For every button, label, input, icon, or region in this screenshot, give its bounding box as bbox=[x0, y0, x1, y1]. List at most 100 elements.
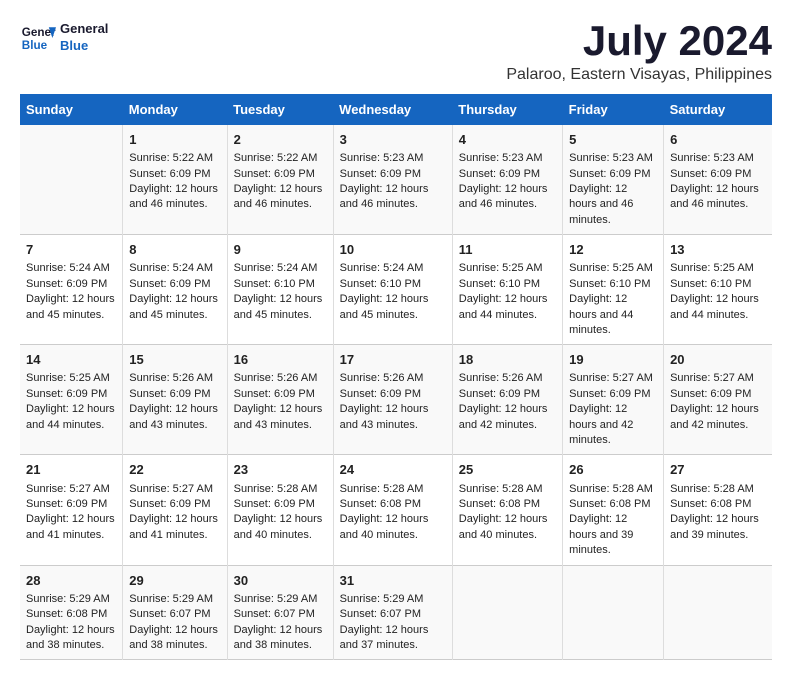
sunset-text: Sunset: 6:10 PM bbox=[234, 277, 327, 292]
daylight-text: Daylight: 12 hours and 45 minutes. bbox=[234, 292, 327, 323]
daylight-text: Daylight: 12 hours and 42 minutes. bbox=[670, 402, 766, 433]
daylight-text: Daylight: 12 hours and 38 minutes. bbox=[234, 623, 327, 654]
calendar-cell: 22Sunrise: 5:27 AMSunset: 6:09 PMDayligh… bbox=[123, 455, 227, 565]
daylight-text: Daylight: 12 hours and 41 minutes. bbox=[129, 512, 220, 543]
sunset-text: Sunset: 6:09 PM bbox=[670, 167, 766, 182]
calendar-week-row: 28Sunrise: 5:29 AMSunset: 6:08 PMDayligh… bbox=[20, 565, 772, 660]
sunset-text: Sunset: 6:09 PM bbox=[670, 387, 766, 402]
day-number: 25 bbox=[459, 461, 556, 479]
daylight-text: Daylight: 12 hours and 42 minutes. bbox=[569, 402, 657, 448]
sunset-text: Sunset: 6:09 PM bbox=[234, 167, 327, 182]
day-number: 21 bbox=[26, 461, 116, 479]
day-number: 5 bbox=[569, 131, 657, 149]
logo-text: General Blue bbox=[60, 21, 108, 55]
sunset-text: Sunset: 6:08 PM bbox=[670, 497, 766, 512]
daylight-text: Daylight: 12 hours and 38 minutes. bbox=[129, 623, 220, 654]
daylight-text: Daylight: 12 hours and 42 minutes. bbox=[459, 402, 556, 433]
sunset-text: Sunset: 6:07 PM bbox=[129, 607, 220, 622]
day-number: 14 bbox=[26, 351, 116, 369]
daylight-text: Daylight: 12 hours and 43 minutes. bbox=[234, 402, 327, 433]
calendar-cell bbox=[664, 565, 772, 660]
sunrise-text: Sunrise: 5:24 AM bbox=[234, 261, 327, 276]
calendar-cell: 23Sunrise: 5:28 AMSunset: 6:09 PMDayligh… bbox=[227, 455, 333, 565]
header-cell-saturday: Saturday bbox=[664, 94, 772, 125]
daylight-text: Daylight: 12 hours and 43 minutes. bbox=[129, 402, 220, 433]
daylight-text: Daylight: 12 hours and 41 minutes. bbox=[26, 512, 116, 543]
day-number: 19 bbox=[569, 351, 657, 369]
sunset-text: Sunset: 6:09 PM bbox=[459, 387, 556, 402]
sunset-text: Sunset: 6:09 PM bbox=[234, 497, 327, 512]
calendar-cell: 27Sunrise: 5:28 AMSunset: 6:08 PMDayligh… bbox=[664, 455, 772, 565]
sunset-text: Sunset: 6:09 PM bbox=[26, 387, 116, 402]
sunset-text: Sunset: 6:09 PM bbox=[129, 277, 220, 292]
sunset-text: Sunset: 6:10 PM bbox=[459, 277, 556, 292]
calendar-cell: 14Sunrise: 5:25 AMSunset: 6:09 PMDayligh… bbox=[20, 345, 123, 455]
calendar-cell: 29Sunrise: 5:29 AMSunset: 6:07 PMDayligh… bbox=[123, 565, 227, 660]
calendar-cell: 24Sunrise: 5:28 AMSunset: 6:08 PMDayligh… bbox=[333, 455, 452, 565]
svg-text:Blue: Blue bbox=[22, 39, 48, 52]
day-number: 13 bbox=[670, 241, 766, 259]
sunrise-text: Sunrise: 5:22 AM bbox=[234, 151, 327, 166]
day-number: 18 bbox=[459, 351, 556, 369]
calendar-cell: 7Sunrise: 5:24 AMSunset: 6:09 PMDaylight… bbox=[20, 235, 123, 345]
sunrise-text: Sunrise: 5:27 AM bbox=[670, 371, 766, 386]
day-number: 7 bbox=[26, 241, 116, 259]
daylight-text: Daylight: 12 hours and 46 minutes. bbox=[670, 182, 766, 213]
day-number: 2 bbox=[234, 131, 327, 149]
header-cell-sunday: Sunday bbox=[20, 94, 123, 125]
day-number: 26 bbox=[569, 461, 657, 479]
header-cell-wednesday: Wednesday bbox=[333, 94, 452, 125]
sunset-text: Sunset: 6:07 PM bbox=[234, 607, 327, 622]
calendar-cell: 21Sunrise: 5:27 AMSunset: 6:09 PMDayligh… bbox=[20, 455, 123, 565]
calendar-week-row: 21Sunrise: 5:27 AMSunset: 6:09 PMDayligh… bbox=[20, 455, 772, 565]
sunset-text: Sunset: 6:09 PM bbox=[129, 167, 220, 182]
title-section: July 2024 Palaroo, Eastern Visayas, Phil… bbox=[506, 20, 772, 84]
calendar-header-row: SundayMondayTuesdayWednesdayThursdayFrid… bbox=[20, 94, 772, 125]
sunrise-text: Sunrise: 5:26 AM bbox=[129, 371, 220, 386]
daylight-text: Daylight: 12 hours and 38 minutes. bbox=[26, 623, 116, 654]
page-title: July 2024 bbox=[506, 20, 772, 62]
daylight-text: Daylight: 12 hours and 46 minutes. bbox=[234, 182, 327, 213]
sunrise-text: Sunrise: 5:26 AM bbox=[234, 371, 327, 386]
daylight-text: Daylight: 12 hours and 39 minutes. bbox=[670, 512, 766, 543]
sunset-text: Sunset: 6:09 PM bbox=[26, 497, 116, 512]
sunset-text: Sunset: 6:10 PM bbox=[670, 277, 766, 292]
sunrise-text: Sunrise: 5:24 AM bbox=[129, 261, 220, 276]
sunrise-text: Sunrise: 5:27 AM bbox=[569, 371, 657, 386]
calendar-cell: 17Sunrise: 5:26 AMSunset: 6:09 PMDayligh… bbox=[333, 345, 452, 455]
calendar-cell: 11Sunrise: 5:25 AMSunset: 6:10 PMDayligh… bbox=[452, 235, 562, 345]
sunset-text: Sunset: 6:09 PM bbox=[569, 387, 657, 402]
daylight-text: Daylight: 12 hours and 44 minutes. bbox=[459, 292, 556, 323]
sunrise-text: Sunrise: 5:28 AM bbox=[670, 482, 766, 497]
daylight-text: Daylight: 12 hours and 46 minutes. bbox=[459, 182, 556, 213]
calendar-cell: 3Sunrise: 5:23 AMSunset: 6:09 PMDaylight… bbox=[333, 125, 452, 235]
calendar-cell: 19 Sunrise: 5:27 AMSunset: 6:09 PMDayligh… bbox=[563, 345, 664, 455]
daylight-text: Daylight: 12 hours and 37 minutes. bbox=[340, 623, 446, 654]
sunset-text: Sunset: 6:10 PM bbox=[340, 277, 446, 292]
calendar-cell: 25Sunrise: 5:28 AMSunset: 6:08 PMDayligh… bbox=[452, 455, 562, 565]
sunrise-text: Sunrise: 5:22 AM bbox=[129, 151, 220, 166]
daylight-text: Daylight: 12 hours and 46 minutes. bbox=[569, 182, 657, 228]
day-number: 23 bbox=[234, 461, 327, 479]
calendar-cell: 9 Sunrise: 5:24 AMSunset: 6:10 PMDaylight… bbox=[227, 235, 333, 345]
sunset-text: Sunset: 6:09 PM bbox=[129, 497, 220, 512]
day-number: 31 bbox=[340, 572, 446, 590]
sunrise-text: Sunrise: 5:28 AM bbox=[569, 482, 657, 497]
day-number: 3 bbox=[340, 131, 446, 149]
header-cell-friday: Friday bbox=[563, 94, 664, 125]
calendar-cell: 13Sunrise: 5:25 AMSunset: 6:10 PMDayligh… bbox=[664, 235, 772, 345]
day-number: 17 bbox=[340, 351, 446, 369]
calendar-cell bbox=[452, 565, 562, 660]
sunset-text: Sunset: 6:09 PM bbox=[26, 277, 116, 292]
sunrise-text: Sunrise: 5:24 AM bbox=[340, 261, 446, 276]
day-number: 28 bbox=[26, 572, 116, 590]
sunrise-text: Sunrise: 5:29 AM bbox=[26, 592, 116, 607]
sunrise-text: Sunrise: 5:28 AM bbox=[340, 482, 446, 497]
calendar-cell: 30Sunrise: 5:29 AMSunset: 6:07 PMDayligh… bbox=[227, 565, 333, 660]
calendar-cell: 15Sunrise: 5:26 AMSunset: 6:09 PMDayligh… bbox=[123, 345, 227, 455]
day-number: 9 bbox=[234, 241, 327, 259]
calendar-week-row: 1Sunrise: 5:22 AMSunset: 6:09 PMDaylight… bbox=[20, 125, 772, 235]
calendar-cell: 20Sunrise: 5:27 AMSunset: 6:09 PMDayligh… bbox=[664, 345, 772, 455]
calendar-cell bbox=[20, 125, 123, 235]
sunrise-text: Sunrise: 5:23 AM bbox=[340, 151, 446, 166]
